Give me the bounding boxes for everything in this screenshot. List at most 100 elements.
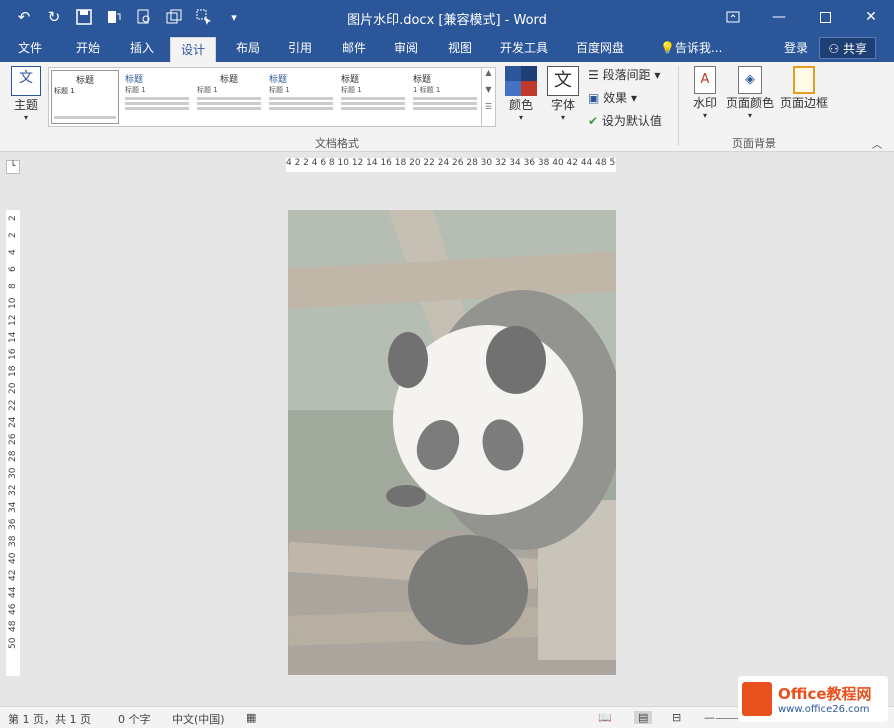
watermark-dropdown-icon: ▾ — [702, 111, 707, 120]
title-bar: ↶ ↻ ▾ 图片水印.docx [兼容模式] - Word — ✕ — [0, 0, 894, 36]
word-count[interactable]: 0 个字 — [118, 711, 151, 727]
page-border-icon — [793, 66, 815, 94]
tell-me[interactable]: 💡告诉我... — [650, 36, 732, 62]
style-set-title: 标题 — [125, 75, 144, 85]
scroll-up-icon[interactable]: ▲ — [482, 68, 495, 77]
style-set-item[interactable]: 标题 标题 1 — [195, 70, 263, 124]
tab-file[interactable]: 文件 — [8, 36, 52, 62]
colors-label: 颜色 — [508, 98, 533, 112]
style-set-item[interactable]: 标题 标题 1 — [123, 70, 191, 124]
gallery-more-icon[interactable]: ☰ — [482, 102, 495, 111]
paragraph-spacing-label: 段落间距 — [602, 68, 651, 82]
tab-insert[interactable]: 插入 — [120, 36, 164, 62]
style-set-heading: 1 标题 1 — [413, 86, 441, 94]
share-button[interactable]: ⚇ 共享 — [819, 37, 876, 59]
style-set-item[interactable]: 标题 标题 1 — [51, 70, 119, 124]
ruler-tick: 12 — [8, 314, 18, 327]
ruler-tick: 8 — [8, 283, 18, 290]
ruler-tick: 34 — [8, 501, 18, 514]
ruler-tick: 40 — [8, 552, 18, 565]
ruler-tick: 32 — [8, 484, 18, 497]
macro-icon[interactable]: ▦ — [246, 711, 256, 724]
page-border-button[interactable]: 页面边框 — [778, 66, 830, 111]
style-set-heading: 标题 1 — [341, 86, 362, 94]
group-label-document-format: 文档格式 — [315, 137, 359, 150]
ribbon-tabs: 文件 开始 插入 设计 布局 引用 邮件 审阅 视图 开发工具 百度网盘 💡告诉… — [0, 36, 894, 62]
tab-baidu[interactable]: 百度网盘 — [566, 36, 634, 62]
share-label: 共享 — [842, 42, 867, 56]
panda-image[interactable] — [288, 210, 616, 675]
watermark-label: 水印 — [692, 96, 717, 110]
style-set-item[interactable]: 标题 1 标题 1 — [411, 70, 479, 124]
tab-view[interactable]: 视图 — [438, 36, 482, 62]
web-layout-icon[interactable]: ⊟ — [672, 711, 681, 724]
ruler-tick: 22 — [8, 399, 18, 412]
colors-button[interactable]: 颜色 ▾ — [504, 66, 538, 122]
close-icon[interactable]: ✕ — [848, 0, 894, 34]
document-page[interactable] — [288, 210, 616, 675]
ruler-tick: 28 — [8, 450, 18, 463]
horizontal-ruler[interactable]: 4 2 2 4 6 8 10 12 14 16 18 20 22 24 26 2… — [286, 158, 616, 172]
login-link[interactable]: 登录 — [774, 36, 818, 62]
tab-stop-selector[interactable]: └ — [6, 160, 20, 174]
ruler-tick: 6 — [8, 266, 18, 273]
ribbon-separator — [678, 66, 679, 146]
colors-icon — [505, 66, 537, 96]
tab-design[interactable]: 设计 — [170, 37, 217, 62]
zoom-out-button[interactable]: — — [704, 711, 715, 724]
brand-watermark: Office教程网 www.office26.com — [738, 676, 888, 722]
paragraph-spacing-icon: ☰ — [588, 68, 603, 82]
style-set-title: 标题 — [341, 75, 360, 85]
gallery-scroll[interactable]: ▲ ▼ ☰ — [481, 68, 495, 126]
tab-developer[interactable]: 开发工具 — [490, 36, 558, 62]
tab-layout[interactable]: 布局 — [226, 36, 270, 62]
fonts-button[interactable]: 文 字体 ▾ — [546, 66, 580, 122]
ruler-tick: 18 — [8, 365, 18, 378]
ruler-tick: 48 — [8, 620, 18, 633]
ribbon-display-icon[interactable] — [710, 0, 756, 34]
page-count[interactable]: 第 1 页，共 1 页 — [8, 711, 91, 727]
page-color-label: 页面颜色 — [725, 96, 774, 110]
tab-references[interactable]: 引用 — [278, 36, 322, 62]
office-logo-icon — [742, 682, 772, 716]
minimize-icon[interactable]: — — [756, 0, 802, 34]
style-set-heading: 标题 1 — [125, 86, 146, 94]
set-default-button[interactable]: ✔ 设为默认值 — [588, 112, 662, 129]
tab-review[interactable]: 审阅 — [384, 36, 428, 62]
ruler-tick: 42 — [8, 569, 18, 582]
page-color-dropdown-icon: ▾ — [747, 111, 752, 120]
style-set-item[interactable]: 标题 标题 1 — [267, 70, 335, 124]
style-set-item[interactable]: 标题 标题 1 — [339, 70, 407, 124]
page-border-label: 页面边框 — [779, 96, 828, 110]
colors-dropdown-icon: ▾ — [518, 113, 523, 122]
ruler-tick: 30 — [8, 467, 18, 480]
paragraph-spacing-button[interactable]: ☰ 段落间距 ▾ — [588, 66, 660, 83]
ruler-tick: 2 — [8, 232, 18, 239]
ruler-tick: 44 — [8, 586, 18, 599]
scroll-down-icon[interactable]: ▼ — [482, 85, 495, 94]
set-default-label: 设为默认值 — [601, 114, 662, 128]
fonts-dropdown-icon: ▾ — [560, 113, 565, 122]
brand-name: Office教程网 — [778, 685, 872, 703]
themes-button[interactable]: 文 主题 ▾ — [8, 66, 44, 122]
ruler-tick: 38 — [8, 535, 18, 548]
vertical-ruler[interactable]: 2 2 4 6 8 10 12 14 16 18 20 22 24 26 28 30 32 34 36 38 40 42 4… — [6, 210, 20, 676]
tab-mailings[interactable]: 邮件 — [332, 36, 376, 62]
ribbon: 文 主题 ▾ 标题 标题 1 标题 标题 1 标题 标题 1 标题 标题 1 标题 标题 … — [0, 62, 894, 152]
read-mode-icon[interactable]: 📖 — [598, 711, 612, 724]
language[interactable]: 中文(中国) — [172, 711, 225, 727]
ruler-tick: 46 — [8, 603, 18, 616]
brand-url: www.office26.com — [778, 704, 870, 715]
collapse-ribbon-icon[interactable]: ︿ — [872, 136, 882, 151]
person-icon: ⚇ — [828, 42, 843, 56]
print-layout-icon[interactable]: ▤ — [634, 711, 653, 724]
effects-label: 效果 — [603, 91, 628, 105]
watermark-button[interactable]: A 水印 ▾ — [688, 66, 722, 120]
effects-button[interactable]: ▣ 效果 ▾ — [588, 89, 637, 106]
tab-home[interactable]: 开始 — [66, 36, 110, 62]
maximize-icon[interactable] — [802, 0, 848, 34]
ruler-tick: 2 — [8, 215, 18, 222]
page-color-button[interactable]: ◈ 页面颜色 ▾ — [724, 66, 776, 120]
ruler-tick: 36 — [8, 518, 18, 531]
page-color-icon: ◈ — [738, 66, 762, 94]
